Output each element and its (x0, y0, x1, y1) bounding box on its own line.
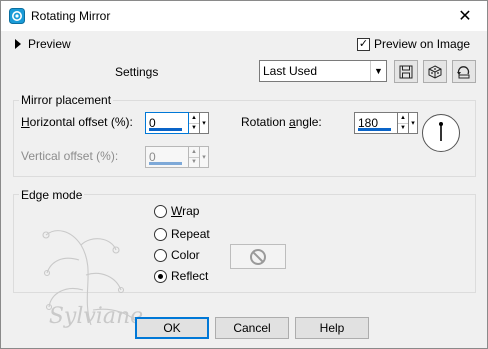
radio-color[interactable] (154, 248, 167, 262)
spin-down-icon[interactable]: ▼ (189, 122, 199, 134)
rotation-angle-stepper[interactable]: 180 ▲ ▼ ▾ (354, 112, 418, 134)
no-color-icon (250, 248, 266, 265)
window-title: Rotating Mirror (31, 9, 111, 23)
preset-dropdown[interactable]: Last Used ▼ (259, 60, 387, 82)
cancel-button[interactable]: Cancel (215, 317, 289, 339)
rotation-angle-slider-icon[interactable]: ▾ (409, 112, 418, 134)
edge-option-repeat-label: Repeat (171, 227, 210, 241)
wrap-accel: W (171, 204, 183, 218)
vertical-offset-spin: ▲ ▼ (189, 146, 200, 168)
rotation-angle-bar (358, 128, 391, 131)
ok-button[interactable]: OK (135, 317, 209, 339)
edge-option-color-label: Color (171, 248, 200, 262)
spin-down-icon: ▼ (189, 156, 199, 168)
save-preset-button[interactable] (394, 60, 418, 83)
preview-label: Preview (28, 37, 71, 51)
horizontal-offset-slider-icon[interactable]: ▾ (200, 112, 209, 134)
radio-wrap[interactable] (154, 204, 167, 218)
edge-option-color[interactable]: Color (154, 248, 200, 262)
radio-reflect[interactable] (154, 269, 167, 283)
help-button[interactable]: Help (295, 317, 369, 339)
rotation-dial[interactable] (422, 114, 460, 152)
horizontal-offset-input[interactable]: 0 (145, 112, 189, 134)
rotation-angle-label: Rotation angle: (241, 115, 322, 129)
preview-on-image-checkbox[interactable]: ✓ Preview on Image (357, 37, 470, 51)
rotation-angle-label-accel: a (289, 115, 296, 129)
chevron-down-icon[interactable]: ▼ (370, 61, 386, 81)
randomize-icon (428, 64, 442, 79)
preset-value: Last Used (263, 64, 318, 78)
rotation-angle-input[interactable]: 180 (354, 112, 398, 134)
edge-mode-title: Edge mode (19, 188, 85, 202)
spin-up-icon[interactable]: ▲ (189, 113, 199, 123)
horizontal-offset-label-text: orizontal offset (%): (29, 115, 133, 129)
watermark-signature: Sylviane (49, 304, 143, 329)
edge-option-reflect-label: Reflect (171, 269, 209, 283)
mirror-placement-title: Mirror placement (19, 93, 114, 107)
horizontal-offset-stepper[interactable]: 0 ▲ ▼ ▾ (145, 112, 209, 134)
spin-down-icon[interactable]: ▼ (398, 122, 408, 134)
rotation-angle-spin[interactable]: ▲ ▼ (398, 112, 409, 134)
randomize-button[interactable] (423, 60, 447, 83)
vertical-offset-input: 0 (145, 146, 189, 168)
dial-needle-icon (439, 122, 443, 141)
horizontal-offset-spin[interactable]: ▲ ▼ (189, 112, 200, 134)
spin-up-icon: ▲ (191, 148, 197, 155)
edge-color-swatch (230, 244, 286, 269)
edge-option-reflect[interactable]: Reflect (154, 269, 208, 283)
app-icon (9, 8, 25, 24)
spin-up-icon[interactable]: ▲ (398, 113, 408, 123)
edge-option-wrap-label: Wrap (171, 204, 199, 218)
reset-icon (457, 65, 470, 78)
preview-on-image-label: Preview on Image (374, 37, 471, 51)
title-bar[interactable]: Rotating Mirror ✕ (1, 1, 487, 31)
horizontal-offset-label: Horizontal offset (%): (21, 115, 133, 129)
save-preset-icon (399, 65, 413, 78)
dialog-window: Rotating Mirror ✕ Preview ✓ Preview on I… (0, 0, 488, 349)
edge-option-wrap[interactable]: Wrap (154, 204, 199, 218)
rotation-angle-label-rest: ngle: (295, 115, 322, 129)
reset-button[interactable] (452, 60, 476, 83)
rotation-angle-label-pre: Rotation (241, 115, 290, 129)
horizontal-offset-label-accel: H (21, 115, 30, 129)
settings-label: Settings (115, 65, 159, 79)
vertical-offset-stepper: 0 ▲ ▼ ▾ (145, 146, 209, 168)
preview-expander[interactable]: Preview (15, 37, 71, 51)
edge-option-repeat[interactable]: Repeat (154, 227, 210, 241)
horizontal-offset-bar (149, 128, 182, 131)
close-icon[interactable]: ✕ (443, 1, 487, 31)
wrap-text: rap (182, 204, 200, 218)
vertical-offset-bar (149, 162, 182, 165)
radio-repeat[interactable] (154, 227, 167, 241)
expand-triangle-icon (15, 39, 21, 49)
vertical-offset-label: Vertical offset (%): (21, 149, 119, 163)
vertical-offset-slider-icon: ▾ (200, 146, 209, 168)
checkmark-icon[interactable]: ✓ (357, 37, 370, 51)
